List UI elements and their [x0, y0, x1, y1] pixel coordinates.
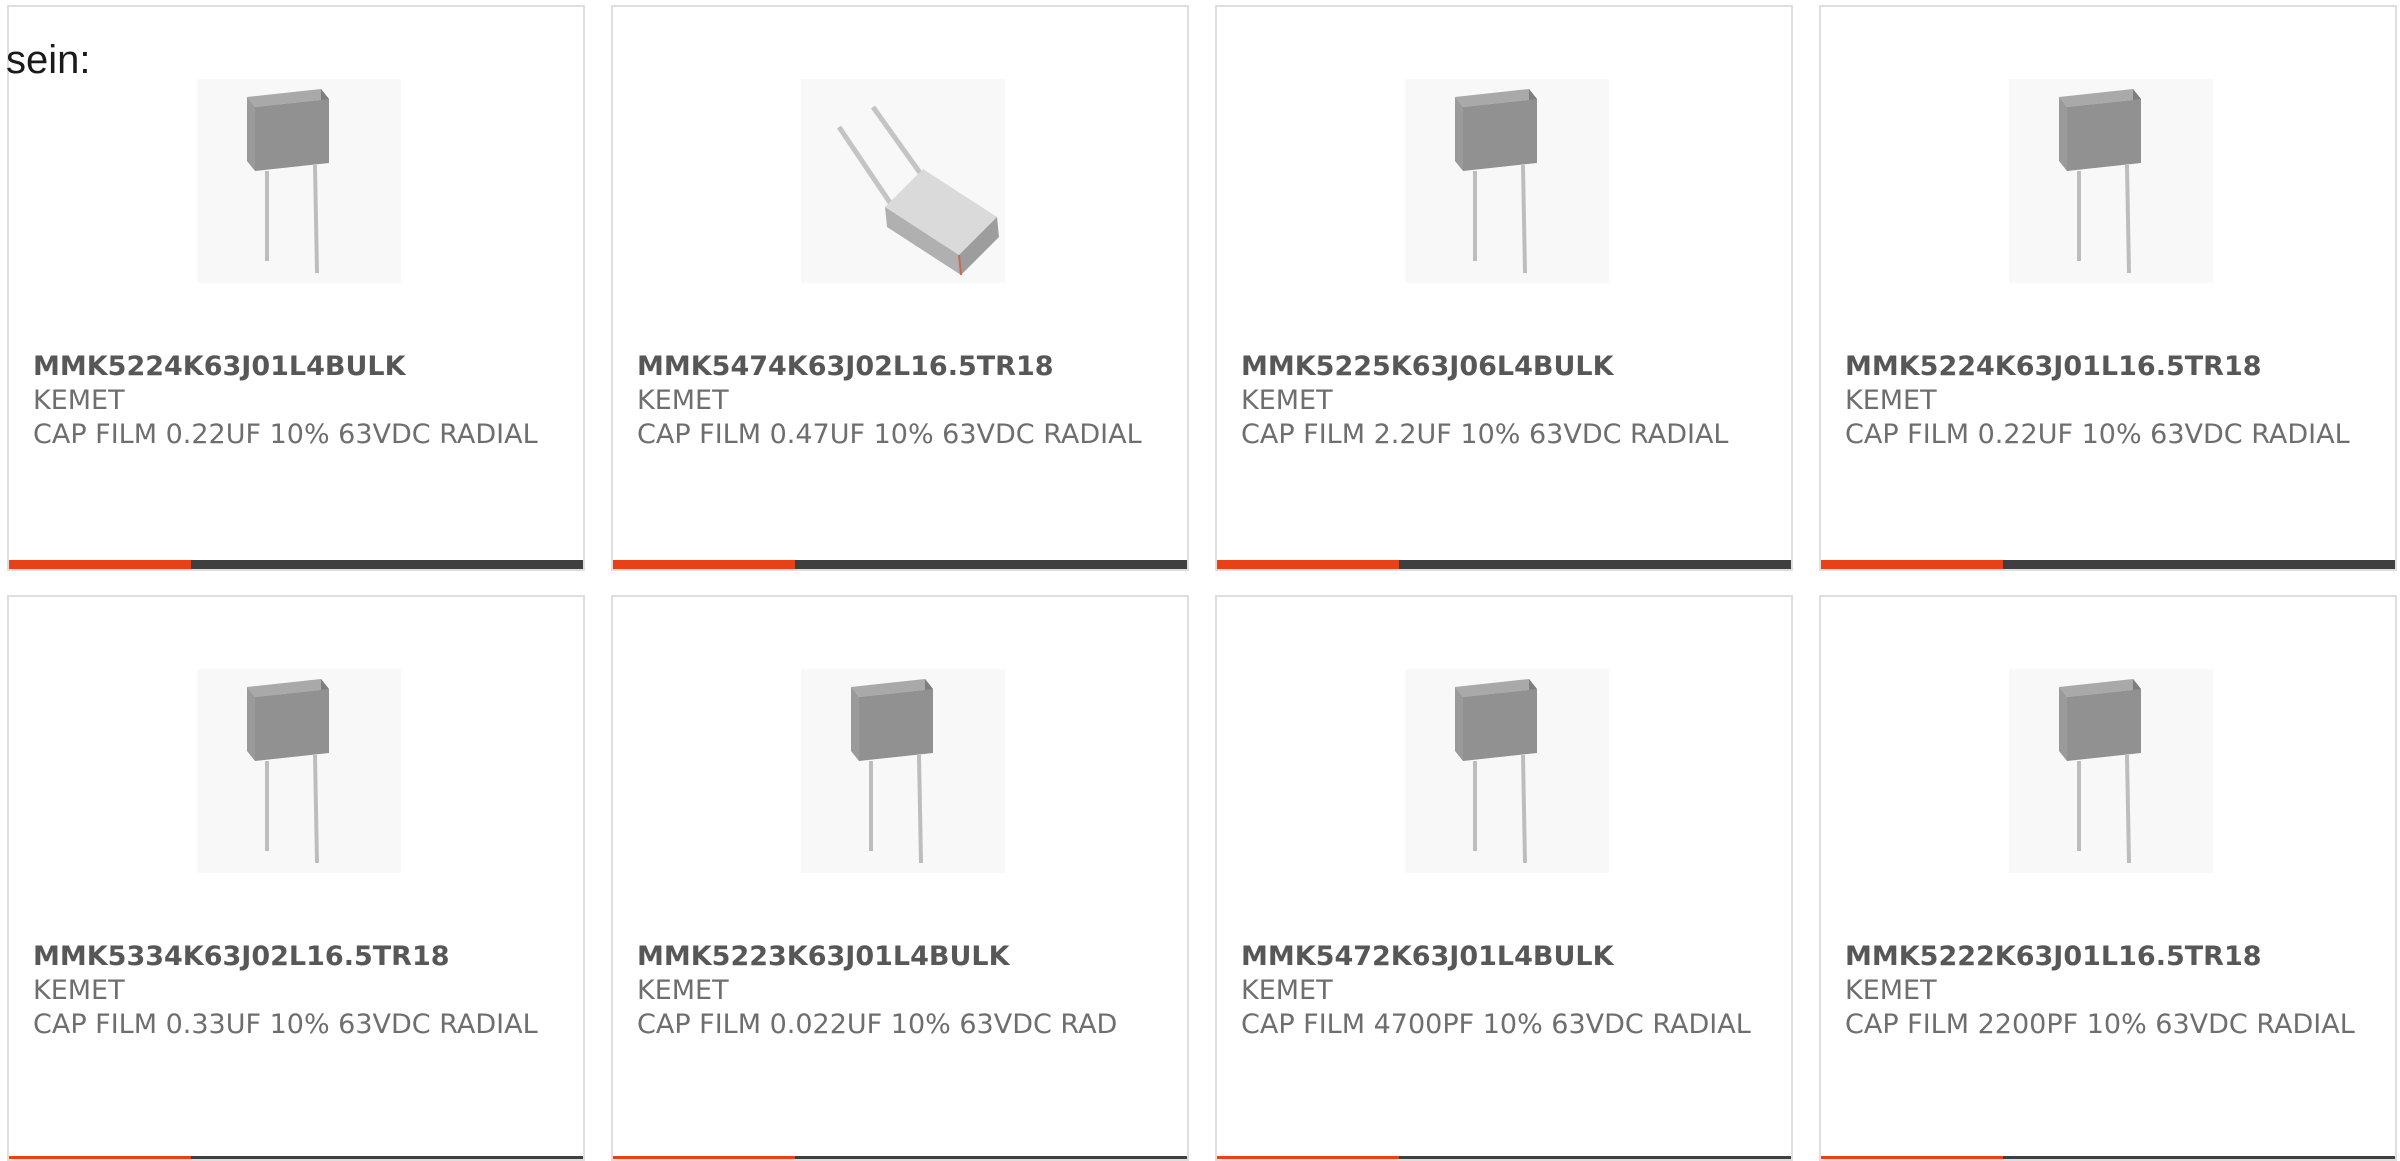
capacitor-upright-icon [2059, 679, 2141, 864]
product-part-number[interactable]: MMK5223K63J01L4BULK [637, 940, 1177, 974]
product-part-number[interactable]: MMK5222K63J01L16.5TR18 [1845, 940, 2385, 974]
product-part-number[interactable]: MMK5334K63J02L16.5TR18 [33, 940, 573, 974]
product-info: MMK5223K63J01L4BULK KEMET CAP FILM 0.022… [637, 940, 1177, 1042]
product-info: MMK5222K63J01L16.5TR18 KEMET CAP FILM 22… [1845, 940, 2385, 1042]
card-accent-bar [9, 560, 191, 569]
product-manufacturer: KEMET [1241, 975, 1333, 1006]
product-card[interactable]: MMK5222K63J01L16.5TR18 KEMET CAP FILM 22… [1819, 595, 2397, 1161]
product-image[interactable] [801, 79, 1005, 283]
product-card[interactable]: MMK5224K63J01L16.5TR18 KEMET CAP FILM 0.… [1819, 5, 2397, 571]
product-card[interactable]: MMK5223K63J01L4BULK KEMET CAP FILM 0.022… [611, 595, 1189, 1161]
product-description: CAP FILM 4700PF 10% 63VDC RADIAL [1241, 1009, 1751, 1040]
capacitor-upright-icon [1455, 679, 1537, 864]
product-manufacturer: KEMET [1241, 385, 1333, 416]
card-accent-bar [613, 1156, 795, 1159]
product-description: CAP FILM 0.47UF 10% 63VDC RADIAL [637, 419, 1142, 450]
product-image[interactable] [801, 669, 1005, 873]
product-image[interactable] [1405, 79, 1609, 283]
product-part-number[interactable]: MMK5224K63J01L16.5TR18 [1845, 350, 2385, 384]
product-info: MMK5472K63J01L4BULK KEMET CAP FILM 4700P… [1241, 940, 1781, 1042]
capacitor-upright-icon [1455, 89, 1537, 274]
product-image[interactable] [197, 79, 401, 283]
card-accent-bar [1217, 1156, 1399, 1159]
capacitor-upright-icon [851, 679, 933, 864]
capacitor-tilted-icon [836, 105, 999, 276]
card-accent-bar [1217, 560, 1399, 569]
product-description: CAP FILM 2200PF 10% 63VDC RADIAL [1845, 1009, 2355, 1040]
capacitor-upright-icon [247, 89, 329, 274]
product-description: CAP FILM 2.2UF 10% 63VDC RADIAL [1241, 419, 1729, 450]
product-description: CAP FILM 0.22UF 10% 63VDC RADIAL [33, 419, 538, 450]
product-image[interactable] [2009, 79, 2213, 283]
product-card[interactable]: MMK5225K63J06L4BULK KEMET CAP FILM 2.2UF… [1215, 5, 1793, 571]
product-info: MMK5474K63J02L16.5TR18 KEMET CAP FILM 0.… [637, 350, 1177, 452]
product-part-number[interactable]: MMK5225K63J06L4BULK [1241, 350, 1781, 384]
card-accent-bar [1821, 1156, 2003, 1159]
product-info: MMK5334K63J02L16.5TR18 KEMET CAP FILM 0.… [33, 940, 573, 1042]
product-info: MMK5224K63J01L4BULK KEMET CAP FILM 0.22U… [33, 350, 573, 452]
product-card[interactable]: MMK5474K63J02L16.5TR18 KEMET CAP FILM 0.… [611, 5, 1189, 571]
product-part-number[interactable]: MMK5474K63J02L16.5TR18 [637, 350, 1177, 384]
product-image[interactable] [1405, 669, 1609, 873]
product-manufacturer: KEMET [1845, 975, 1937, 1006]
product-manufacturer: KEMET [637, 385, 729, 416]
product-info: MMK5225K63J06L4BULK KEMET CAP FILM 2.2UF… [1241, 350, 1781, 452]
card-accent-bar [613, 560, 795, 569]
product-info: MMK5224K63J01L16.5TR18 KEMET CAP FILM 0.… [1845, 350, 2385, 452]
page: sein: MMK5224K63J01L4BULK KEMET CAP FILM… [0, 0, 2400, 1161]
product-grid: MMK5224K63J01L4BULK KEMET CAP FILM 0.22U… [7, 5, 2400, 1161]
intro-text: sein: [6, 38, 91, 82]
card-accent-bar [1821, 560, 2003, 569]
capacitor-upright-icon [2059, 89, 2141, 274]
product-part-number[interactable]: MMK5472K63J01L4BULK [1241, 940, 1781, 974]
product-manufacturer: KEMET [1845, 385, 1937, 416]
product-description: CAP FILM 0.33UF 10% 63VDC RADIAL [33, 1009, 538, 1040]
card-accent-bar [9, 1156, 191, 1159]
product-card[interactable]: MMK5334K63J02L16.5TR18 KEMET CAP FILM 0.… [7, 595, 585, 1161]
product-part-number[interactable]: MMK5224K63J01L4BULK [33, 350, 573, 384]
product-description: CAP FILM 0.022UF 10% 63VDC RAD [637, 1009, 1118, 1040]
product-card[interactable]: MMK5472K63J01L4BULK KEMET CAP FILM 4700P… [1215, 595, 1793, 1161]
capacitor-upright-icon [247, 679, 329, 864]
product-image[interactable] [2009, 669, 2213, 873]
product-description: CAP FILM 0.22UF 10% 63VDC RADIAL [1845, 419, 2350, 450]
product-manufacturer: KEMET [33, 385, 125, 416]
product-manufacturer: KEMET [637, 975, 729, 1006]
product-image[interactable] [197, 669, 401, 873]
product-card[interactable]: MMK5224K63J01L4BULK KEMET CAP FILM 0.22U… [7, 5, 585, 571]
product-manufacturer: KEMET [33, 975, 125, 1006]
